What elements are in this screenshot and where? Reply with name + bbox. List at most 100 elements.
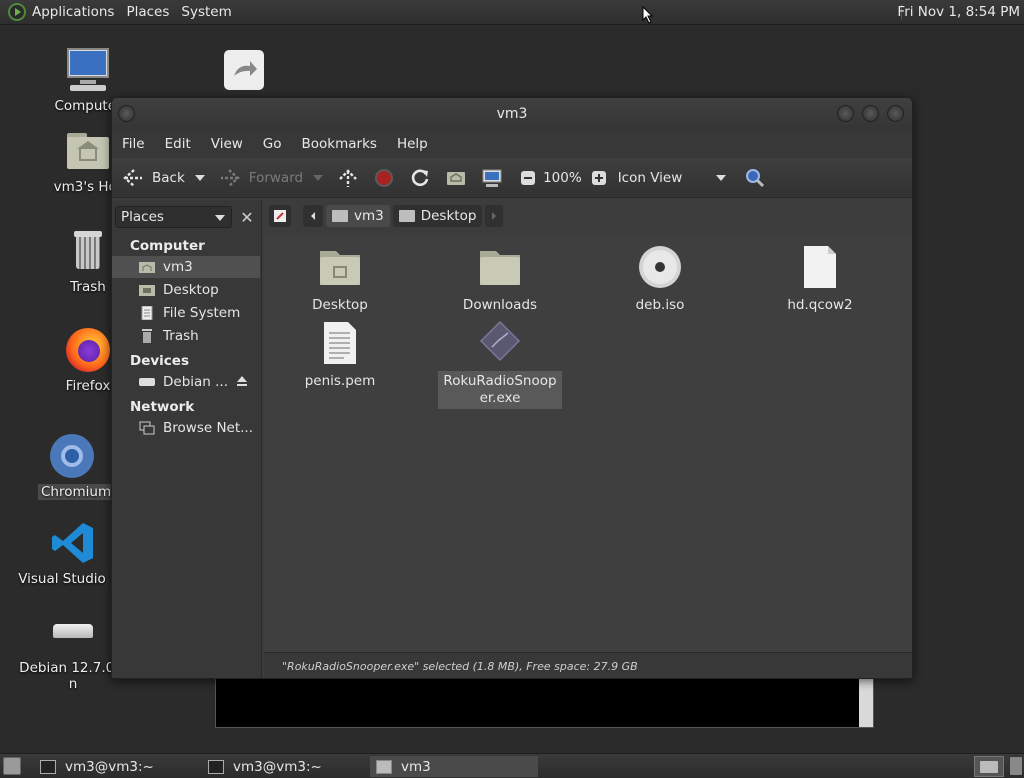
- file-item-rokuradiosnooper-exe[interactable]: RokuRadioSnooper.exe: [438, 319, 562, 409]
- desktop-icon-launcher[interactable]: [224, 50, 264, 90]
- trash-applet-icon[interactable]: [1010, 757, 1022, 775]
- file-item-downloads[interactable]: Downloads: [438, 243, 562, 316]
- sidebar-section-computer: Computer: [130, 238, 205, 254]
- breadcrumb-label: Desktop: [420, 208, 477, 224]
- sidebar-item-debian-drive[interactable]: Debian ...: [112, 371, 260, 393]
- maximize-button[interactable]: [862, 105, 879, 122]
- breadcrumb-label: vm3: [354, 208, 384, 224]
- drive-icon: [49, 610, 97, 658]
- back-arrow-icon: [122, 167, 144, 189]
- status-bar: "RokuRadioSnooper.exe" selected (1.8 MB)…: [264, 652, 912, 678]
- distro-logo-icon[interactable]: [8, 3, 26, 21]
- back-history-dropdown[interactable]: [194, 174, 205, 181]
- file-item-penis-pem[interactable]: penis.pem: [278, 319, 402, 392]
- sidebar-item-label: Debian ...: [163, 374, 229, 390]
- places-menu[interactable]: Places: [126, 4, 169, 20]
- edit-location-icon[interactable]: [269, 205, 291, 227]
- zoom-level: 100%: [543, 169, 582, 186]
- sidebar-item-label: vm3: [163, 259, 193, 275]
- applications-menu[interactable]: Applications: [32, 4, 114, 20]
- minimize-button[interactable]: [837, 105, 854, 122]
- back-button[interactable]: Back: [122, 167, 205, 189]
- terminal-icon: [40, 759, 56, 774]
- sidebar-item-vm3[interactable]: vm3: [112, 256, 260, 278]
- zoom-in-button[interactable]: [588, 167, 610, 189]
- computer-button[interactable]: [481, 167, 503, 189]
- window-menu-button[interactable]: [118, 105, 135, 122]
- menubar: File Edit View Go Bookmarks Help: [112, 130, 912, 158]
- task-label: vm3: [401, 758, 431, 775]
- sidebar-item-filesystem[interactable]: File System: [112, 302, 260, 324]
- desktop-folder-icon: [139, 283, 155, 297]
- folder-icon: [476, 243, 524, 291]
- sidebar-item-browse-network[interactable]: Browse Net...: [112, 417, 260, 439]
- file-item-hd-qcow2[interactable]: hd.qcow2: [758, 243, 882, 316]
- file-view[interactable]: Desktop Downloads deb.iso hd.qcow2 penis…: [264, 233, 912, 653]
- task-terminal-1[interactable]: vm3@vm3:~: [34, 756, 199, 777]
- stop-button[interactable]: [373, 167, 395, 189]
- mouse-pointer-icon: [642, 6, 654, 24]
- file-icon: [796, 243, 844, 291]
- sidebar-mode-select[interactable]: Places: [115, 206, 232, 228]
- forward-label: Forward: [248, 169, 304, 186]
- search-button[interactable]: [744, 167, 766, 189]
- menu-go[interactable]: Go: [263, 136, 282, 152]
- desktop-icon-label: Chromium: [38, 484, 115, 500]
- file-name: Desktop: [312, 297, 368, 313]
- home-folder-icon: [139, 260, 155, 274]
- task-file-manager[interactable]: vm3: [370, 756, 538, 777]
- sidebar-item-trash[interactable]: Trash: [112, 325, 260, 347]
- file-item-desktop[interactable]: Desktop: [278, 243, 402, 316]
- terminal-icon: [208, 759, 224, 774]
- breadcrumb-left-arrow[interactable]: [303, 205, 323, 227]
- trash-icon: [64, 227, 112, 275]
- sidebar-item-label: Desktop: [163, 282, 219, 298]
- terminal-scrollbar[interactable]: [859, 677, 873, 727]
- zoom-out-icon: [517, 167, 539, 189]
- breadcrumb-vm3[interactable]: vm3: [326, 205, 390, 227]
- home-button[interactable]: [445, 167, 467, 189]
- task-label: vm3@vm3:~: [65, 758, 154, 775]
- show-desktop-icon[interactable]: [3, 757, 21, 775]
- sidebar-section-network: Network: [130, 399, 195, 415]
- home-folder-icon: [445, 167, 467, 189]
- forward-button[interactable]: Forward: [219, 167, 324, 189]
- task-terminal-2[interactable]: vm3@vm3:~: [202, 756, 367, 777]
- forward-history-dropdown[interactable]: [313, 174, 324, 181]
- menu-view[interactable]: View: [211, 136, 243, 152]
- taskbar: vm3@vm3:~ vm3@vm3:~ vm3: [0, 753, 1024, 778]
- close-button[interactable]: [887, 105, 904, 122]
- up-button[interactable]: [337, 167, 359, 189]
- filesystem-icon: [139, 305, 155, 321]
- menu-edit[interactable]: Edit: [165, 136, 191, 152]
- toolbar: Back Forward 100% Icon View: [112, 158, 912, 198]
- file-name: deb.iso: [635, 297, 685, 313]
- system-menu[interactable]: System: [181, 4, 231, 20]
- view-mode-select[interactable]: Icon View: [618, 170, 726, 186]
- desktop-icon-chromium[interactable]: Chromium: [22, 432, 122, 500]
- background-terminal-window[interactable]: [215, 676, 874, 728]
- back-label: Back: [152, 169, 185, 186]
- zoom-out-button[interactable]: 100%: [517, 167, 582, 189]
- trash-icon: [139, 329, 155, 343]
- task-label: vm3@vm3:~: [233, 758, 322, 775]
- sidebar-mode-label: Places: [121, 209, 164, 225]
- eject-icon[interactable]: [236, 375, 248, 391]
- executable-icon: [476, 319, 524, 367]
- breadcrumb-right-arrow[interactable]: [485, 205, 504, 227]
- window-titlebar[interactable]: vm3: [112, 98, 912, 130]
- workspace-switcher[interactable]: [974, 756, 1004, 777]
- drive-icon: [139, 375, 155, 389]
- close-sidebar-icon[interactable]: ✕: [236, 206, 258, 228]
- sidebar-item-desktop[interactable]: Desktop: [112, 279, 260, 301]
- file-item-deb-iso[interactable]: deb.iso: [598, 243, 722, 316]
- menu-bookmarks[interactable]: Bookmarks: [302, 136, 377, 152]
- clock[interactable]: Fri Nov 1, 8:54 PM: [897, 4, 1020, 20]
- chromium-icon: [48, 432, 96, 480]
- menu-help[interactable]: Help: [397, 136, 428, 152]
- breadcrumb-desktop[interactable]: Desktop: [392, 205, 483, 227]
- refresh-arrow-icon: [234, 61, 257, 76]
- computer-icon: [64, 46, 112, 94]
- reload-button[interactable]: [409, 167, 431, 189]
- menu-file[interactable]: File: [122, 136, 145, 152]
